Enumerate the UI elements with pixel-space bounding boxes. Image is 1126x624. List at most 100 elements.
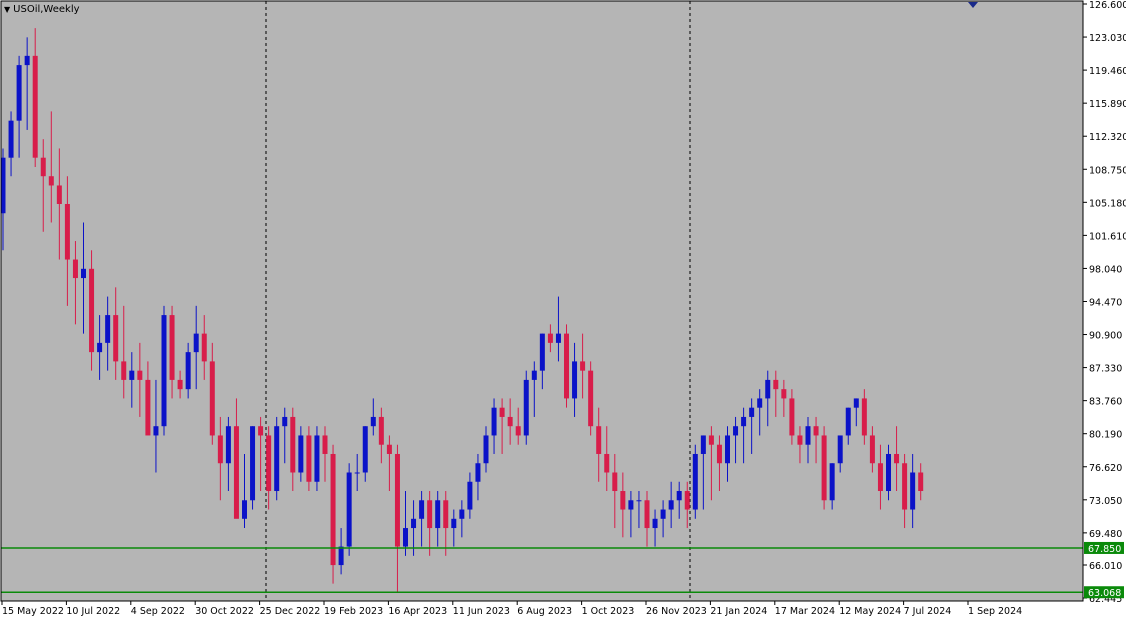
dropdown-triangle-icon[interactable]: ▼ (4, 5, 10, 14)
candle-body[interactable] (137, 370, 143, 380)
candle-body[interactable] (910, 472, 916, 510)
candle-body[interactable] (886, 453, 891, 492)
candle-body[interactable] (539, 333, 545, 371)
candle-body[interactable] (290, 416, 296, 473)
candle-body[interactable] (789, 398, 795, 436)
candle-body[interactable] (894, 453, 900, 464)
candle-body[interactable] (209, 361, 215, 436)
candle-body[interactable] (56, 185, 62, 204)
candle-body[interactable] (435, 500, 441, 529)
candle-body[interactable] (902, 463, 908, 510)
candle-body[interactable] (821, 435, 827, 501)
candle-body[interactable] (660, 509, 666, 519)
candle-body[interactable] (250, 426, 256, 501)
candle-body[interactable] (467, 481, 473, 510)
candle-body[interactable] (121, 361, 127, 380)
candle-body[interactable] (692, 453, 698, 510)
candle-body[interactable] (97, 342, 103, 353)
candle-body[interactable] (725, 435, 730, 464)
candle-body[interactable] (572, 361, 578, 399)
chart-svg[interactable]: 126.600 123.030 119.460 115.890 112.320 108.7… (0, 0, 1126, 624)
candle-body[interactable] (8, 120, 14, 158)
candle-body[interactable] (64, 203, 70, 260)
candle-body[interactable] (555, 333, 561, 343)
chart-window[interactable]: 126.600 123.030 119.460 115.890 112.320 108.7… (0, 0, 1126, 624)
candle-body[interactable] (628, 500, 634, 510)
candle-body[interactable] (177, 379, 183, 390)
candle-body[interactable] (89, 268, 95, 353)
candle-body[interactable] (829, 463, 835, 501)
candle-body[interactable] (459, 509, 465, 519)
candle-body[interactable] (185, 352, 191, 390)
candle-body[interactable] (48, 176, 54, 186)
candle-body[interactable] (491, 407, 497, 436)
candle-body[interactable] (386, 444, 392, 454)
candle-body[interactable] (24, 55, 30, 66)
candle-body[interactable] (918, 472, 924, 492)
candle-body[interactable] (40, 157, 46, 177)
candle-body[interactable] (258, 426, 264, 436)
candle-body[interactable] (620, 491, 626, 510)
candle-body[interactable] (741, 416, 747, 427)
candle-body[interactable] (145, 379, 151, 436)
candle-body[interactable] (378, 416, 384, 445)
candle-body[interactable] (161, 315, 167, 427)
candle-body[interactable] (233, 426, 239, 519)
candle-body[interactable] (169, 315, 175, 380)
candle-body[interactable] (314, 435, 320, 482)
candle-body[interactable] (81, 268, 86, 279)
candle-body[interactable] (403, 528, 408, 547)
candle-body[interactable] (869, 435, 875, 464)
candle-body[interactable] (16, 65, 22, 121)
candle-body[interactable] (523, 379, 529, 436)
candle-body[interactable] (877, 463, 883, 492)
candle-body[interactable] (547, 333, 553, 343)
candle-body[interactable] (129, 370, 135, 380)
candle-body[interactable] (242, 500, 247, 519)
candle-body[interactable] (298, 435, 304, 473)
candle-body[interactable] (596, 426, 602, 454)
candle-body[interactable] (362, 426, 368, 473)
candle-body[interactable] (668, 500, 674, 510)
candle-body[interactable] (765, 379, 771, 399)
candle-body[interactable] (411, 518, 417, 529)
candle-body[interactable] (225, 426, 231, 464)
candle-body[interactable] (564, 333, 569, 399)
candle-body[interactable] (193, 333, 199, 353)
candle-body[interactable] (805, 426, 811, 445)
candle-body[interactable] (652, 518, 658, 529)
candle-body[interactable] (588, 370, 594, 427)
candle-body[interactable] (580, 361, 586, 371)
candle-body[interactable] (507, 416, 513, 427)
candle-body[interactable] (475, 463, 481, 482)
candle-body[interactable] (749, 407, 755, 417)
candle-body[interactable] (612, 472, 618, 492)
candle-body[interactable] (153, 426, 159, 436)
candle-body[interactable] (861, 398, 867, 436)
candle-body[interactable] (419, 500, 425, 519)
candle-body[interactable] (733, 426, 739, 436)
candle-body[interactable] (757, 398, 763, 408)
candle-body[interactable] (217, 435, 223, 464)
candle-body[interactable] (684, 491, 690, 510)
candle-body[interactable] (266, 435, 272, 492)
candle-body[interactable] (483, 435, 489, 464)
candle-body[interactable] (644, 500, 650, 529)
candle-body[interactable] (105, 315, 111, 343)
candle-body[interactable] (427, 500, 433, 529)
candle-body[interactable] (274, 426, 280, 492)
candle-body[interactable] (370, 416, 376, 427)
candle-body[interactable] (797, 435, 803, 445)
candle-body[interactable] (676, 491, 682, 501)
candle-body[interactable] (32, 55, 38, 158)
candle-body[interactable] (531, 370, 537, 380)
candle-body[interactable] (443, 500, 449, 529)
candle-body[interactable] (716, 444, 722, 464)
candle-body[interactable] (853, 398, 859, 408)
candle-body[interactable] (499, 407, 505, 417)
candle-body[interactable] (201, 333, 207, 362)
candle-body[interactable] (515, 426, 521, 436)
candle-body[interactable] (700, 435, 706, 454)
candle-body[interactable] (837, 435, 843, 464)
candle-body[interactable] (708, 435, 714, 445)
